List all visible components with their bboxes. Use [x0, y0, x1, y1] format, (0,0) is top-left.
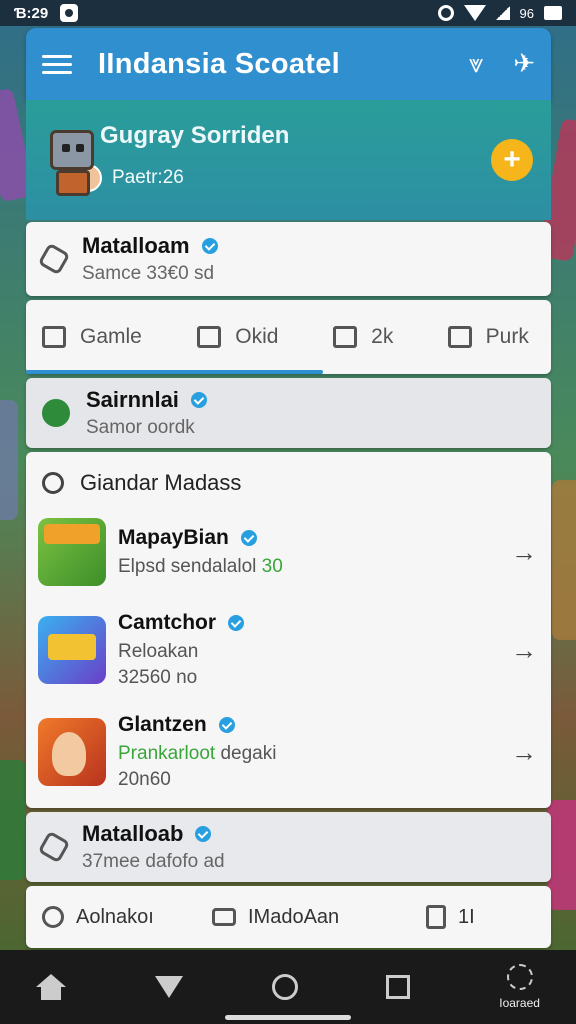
status-icons: 96 [437, 5, 562, 21]
item-meta: 20n60 [118, 769, 171, 790]
action-item[interactable]: 1Ι [426, 905, 475, 929]
status-time: Ɓ:29 [14, 4, 49, 22]
card-title: Matalloab [82, 821, 184, 846]
profile-subtitle: Paetr:26 [112, 167, 184, 188]
add-button[interactable]: + [491, 139, 533, 181]
tab-purk[interactable]: Purk [447, 325, 535, 349]
share-icon[interactable]: ⩔ [469, 48, 484, 80]
action-label: Aolnakoı [76, 905, 154, 928]
summary-card[interactable]: Matalloam Samce 33€0 sd [26, 222, 551, 296]
tab-label: Gamle [80, 325, 142, 348]
system-nav-bar: Ioaraed [0, 950, 576, 1024]
gesture-bar[interactable] [225, 1015, 351, 1020]
action-item[interactable]: Aolnakoı [42, 906, 212, 929]
notification-app-icon [60, 4, 79, 22]
nav-extra-label: Ioaraed [499, 996, 540, 1010]
status-card[interactable]: Sairnnlai Samor oordk [26, 378, 551, 448]
layers-icon [212, 908, 236, 926]
game-thumbnail [38, 518, 106, 586]
tab-label: 2k [371, 325, 394, 348]
item-subtitle: Elpsd sendalalol [118, 556, 257, 577]
verified-icon [228, 615, 245, 631]
item-title: Glantzen [118, 713, 207, 736]
box-icon [197, 326, 222, 348]
action-label: IMadoAan [248, 905, 340, 928]
list-item[interactable]: Glantzen Prankarloot degaki 20n60 → [38, 712, 543, 792]
gear-icon [42, 906, 64, 928]
background-decoration [0, 400, 18, 520]
tab-indicator [26, 370, 323, 374]
chat-icon [42, 326, 66, 348]
card-subtitle: 37mee dafofo ad [82, 851, 225, 872]
send-icon[interactable]: ✈ [513, 48, 535, 80]
tab-2k[interactable]: 2k [333, 325, 448, 349]
item-title: MapayBian [118, 526, 229, 549]
card-title: Sairnnlai [86, 387, 179, 412]
hexagon-icon [37, 242, 71, 276]
background-decoration [552, 480, 576, 640]
verified-icon [240, 530, 257, 546]
verified-icon [218, 717, 235, 733]
action-item[interactable]: IMadoAan [212, 906, 426, 929]
search-icon[interactable] [42, 472, 64, 494]
document-icon [447, 326, 472, 348]
tab-label: Purk [485, 325, 529, 348]
bottom-action-row: Aolnakoı IMadoAan 1Ι [26, 886, 551, 948]
robot-avatar-icon [44, 124, 108, 196]
badge-icon [42, 399, 70, 427]
verified-icon [195, 826, 212, 842]
item-title: Camtchor [118, 611, 217, 634]
card-subtitle: Samor oordk [86, 417, 195, 438]
tab-okid[interactable]: Okid [197, 325, 333, 349]
game-thumbnail [38, 718, 106, 786]
arrow-right-icon[interactable]: → [511, 537, 537, 568]
item-accent: 30 [261, 556, 283, 577]
list-item[interactable]: MapayBian Elpsd sendalalol 30 → [38, 512, 543, 592]
status-bar: Ɓ:29 96 [0, 0, 576, 26]
battery-icon [544, 6, 562, 20]
nav-extra-button[interactable]: Ioaraed [499, 964, 540, 1010]
action-label: 1Ι [458, 905, 475, 928]
app-bar: IIndansia Scoatel ⩔ ✈ [26, 28, 551, 100]
game-list-card: Giandar Madass MapayBian Elpsd sendalalo… [26, 452, 551, 808]
tab-bar: Gamle Okid 2k Purk [26, 300, 551, 374]
signal-icon [495, 6, 510, 20]
list-header: Giandar Madass [80, 470, 242, 495]
info-card[interactable]: Matalloab 37mee dafofo ad [26, 812, 551, 882]
game-thumbnail [38, 616, 106, 684]
document-icon [426, 905, 446, 929]
back-triangle-icon[interactable] [154, 976, 183, 998]
verified-icon [190, 392, 207, 408]
item-meta: 32560 no [118, 667, 198, 688]
card-subtitle: Samce 33€0 sd [82, 263, 215, 284]
home-circle-icon[interactable] [271, 974, 298, 1000]
home-icon[interactable] [36, 974, 66, 1000]
background-decoration [548, 800, 576, 910]
network-label: 96 [519, 5, 534, 21]
tab-game[interactable]: Gamle [42, 325, 197, 349]
background-decoration [0, 760, 26, 880]
profile-banner: Gugray Sorriden Paetr:26 + [26, 100, 551, 220]
verified-icon [201, 238, 218, 254]
profile-name: Gugray Sorriden [100, 122, 290, 149]
cube-icon [333, 326, 358, 348]
tab-label: Okid [235, 325, 279, 348]
item-subtitle: degaki [215, 743, 277, 764]
arrow-right-icon[interactable]: → [511, 737, 537, 768]
app-title: IIndansia Scoatel [98, 47, 341, 80]
list-item[interactable]: Camtchor Reloakan 32560 no → [38, 610, 543, 690]
close-icon [506, 964, 533, 990]
arrow-right-icon[interactable]: → [511, 635, 537, 666]
sync-icon [437, 5, 454, 21]
wifi-icon [463, 5, 486, 21]
item-accent: Prankarloot [118, 743, 216, 764]
menu-icon[interactable] [42, 53, 72, 75]
item-subtitle: Reloakan [118, 641, 199, 662]
hexagon-icon [37, 830, 71, 864]
card-title: Matalloam [82, 233, 190, 258]
recents-icon[interactable] [386, 975, 411, 999]
